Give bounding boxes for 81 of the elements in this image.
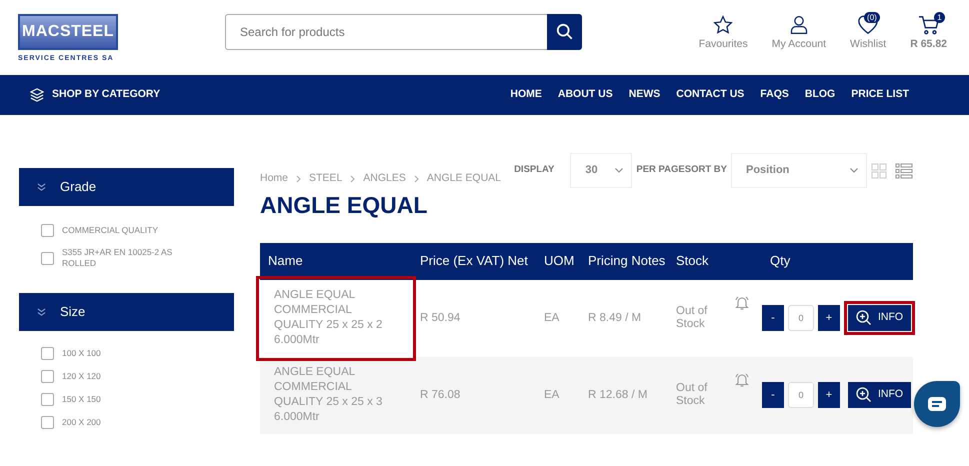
zoom-in-icon <box>856 387 872 404</box>
column-header: Qty <box>769 252 790 270</box>
column-header: Stock <box>675 252 710 270</box>
filter-header[interactable]: Grade <box>19 168 234 206</box>
checkbox[interactable] <box>41 252 54 264</box>
bell-icon[interactable] <box>734 372 750 388</box>
logo[interactable]: MACSTEEL <box>18 14 118 50</box>
header-link[interactable]: Favourites <box>698 15 748 53</box>
checkbox[interactable] <box>41 393 54 406</box>
column-header: UOM <box>543 252 576 270</box>
caret-icon <box>850 168 858 173</box>
display-label: DISPLAY <box>514 163 554 178</box>
bell-icon[interactable] <box>734 295 750 312</box>
search-button[interactable] <box>547 14 582 50</box>
zoom-in-icon <box>856 310 872 326</box>
header-link[interactable]: My Account <box>772 15 826 53</box>
table-cell-text: Out of Stock <box>675 305 708 332</box>
filter-option: 120 X 120 <box>62 371 101 382</box>
table-cell-text: R 76.08 <box>419 388 462 403</box>
filter-option: 200 X 200 <box>62 417 101 428</box>
quantity-field[interactable]: 0 <box>788 305 814 332</box>
search-field[interactable]: Search for products <box>225 14 547 50</box>
quantity-field[interactable]: 0 <box>788 382 814 408</box>
filter-title: Size <box>60 303 86 322</box>
table-cell-text: R 8.49 / M <box>587 310 642 326</box>
grid-view-icon[interactable] <box>871 162 887 178</box>
chevron-icon <box>37 308 46 316</box>
count-badge: (0) <box>864 12 880 23</box>
checkbox[interactable] <box>41 370 54 383</box>
chevron-right-icon <box>296 174 302 183</box>
filter-option: COMMERCIAL QUALITY <box>62 225 158 236</box>
decrement-button[interactable]: - <box>762 305 784 332</box>
shop-by-category-button[interactable]: SHOP BY CATEGORY <box>30 87 160 103</box>
filter-option: 150 X 150 <box>62 394 101 405</box>
filter-option: 100 X 100 <box>62 348 101 359</box>
filter-header[interactable]: Size <box>19 293 234 331</box>
sort-select[interactable]: Position <box>731 153 867 188</box>
chevron-right-icon <box>350 174 356 183</box>
table-cell-text: EA <box>543 388 560 403</box>
chevron-icon <box>37 182 46 192</box>
column-header: Pricing Notes <box>587 252 666 270</box>
nav-link[interactable]: FAQS <box>760 87 789 103</box>
chat-button[interactable] <box>914 381 960 427</box>
info-button[interactable]: INFO <box>848 305 912 332</box>
info-button[interactable]: INFO <box>848 382 912 408</box>
nav-link[interactable]: HOME <box>510 87 542 103</box>
nav-link[interactable]: CONTACT US <box>676 87 744 103</box>
search-icon <box>556 22 574 41</box>
column-header: Price (Ex VAT) Net <box>419 252 529 270</box>
nav-link[interactable]: PRICE LIST <box>851 87 909 103</box>
list-view-icon[interactable] <box>895 162 913 178</box>
filter-option: S355 JR+AR EN 10025-2 AS ROLLED <box>62 247 187 269</box>
per-page-select[interactable]: 30 <box>570 153 632 188</box>
count-badge: 1 <box>934 12 945 23</box>
checkbox[interactable] <box>41 347 54 360</box>
checkbox[interactable] <box>41 416 54 429</box>
header-link[interactable]: 1 R 65.82 <box>910 15 947 53</box>
caret-icon <box>615 168 624 173</box>
header-link[interactable]: (0) Wishlist <box>850 15 886 53</box>
nav-link[interactable]: NEWS <box>628 87 660 103</box>
filter-title: Grade <box>60 178 96 196</box>
sort-label: PER PAGESORT BY <box>636 163 727 178</box>
decrement-button[interactable]: - <box>762 382 784 408</box>
product-name: ANGLE EQUAL COMMERCIAL QUALITY 25 x 25 x 3 6.000Mtr <box>273 365 384 426</box>
table-cell-text: EA <box>543 310 560 326</box>
increment-button[interactable]: + <box>818 305 840 332</box>
nav-link[interactable]: BLOG <box>804 87 836 103</box>
table-cell-text: R 50.94 <box>419 310 462 326</box>
page-title: ANGLE EQUAL <box>260 192 428 220</box>
chevron-right-icon <box>414 174 419 183</box>
layers-icon <box>30 88 44 102</box>
table-cell-text: Out of Stock <box>675 382 708 408</box>
increment-button[interactable]: + <box>818 382 840 408</box>
nav-link[interactable]: ABOUT US <box>558 87 613 103</box>
cart-icon <box>918 15 940 35</box>
chat-icon <box>928 396 946 411</box>
column-header: Name <box>267 252 304 270</box>
table-cell-text: R 12.68 / M <box>587 388 648 403</box>
account-icon <box>788 15 809 35</box>
favourites-icon <box>713 15 734 35</box>
checkbox[interactable] <box>41 224 54 237</box>
